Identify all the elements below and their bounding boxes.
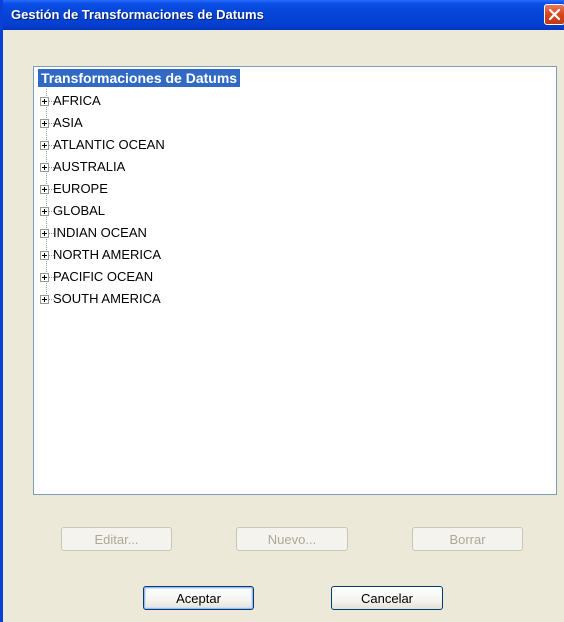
expand-icon[interactable]	[40, 141, 49, 150]
expand-icon[interactable]	[40, 229, 49, 238]
expand-icon[interactable]	[40, 251, 49, 260]
window-title: Gestión de Transformaciones de Datums	[11, 7, 264, 22]
tree-item-label: AFRICA	[53, 93, 101, 108]
delete-button[interactable]: Borrar	[412, 527, 523, 551]
tree-item-label: PACIFIC OCEAN	[53, 269, 154, 284]
expand-icon[interactable]	[40, 273, 49, 282]
expand-icon[interactable]	[40, 119, 49, 128]
tree-item-label: NORTH AMERICA	[53, 247, 162, 262]
datum-transformations-tree[interactable]: Transformaciones de Datums AFRICA ASIA A…	[33, 66, 557, 495]
edit-button[interactable]: Editar...	[61, 527, 172, 551]
close-button[interactable]	[544, 4, 564, 25]
close-icon	[548, 8, 561, 21]
tree-item-label: AUSTRALIA	[53, 159, 126, 174]
new-button[interactable]: Nuevo...	[236, 527, 348, 551]
dialog-window: Gestión de Transformaciones de Datums Tr…	[0, 0, 564, 622]
tree-item-label: INDIAN OCEAN	[53, 225, 147, 240]
expand-icon[interactable]	[40, 185, 49, 194]
tree-item-label: ATLANTIC OCEAN	[53, 137, 165, 152]
expand-icon[interactable]	[40, 97, 49, 106]
cancel-button[interactable]: Cancelar	[331, 586, 443, 610]
expand-icon[interactable]	[40, 295, 49, 304]
tree-item-label: ASIA	[53, 115, 83, 130]
expand-icon[interactable]	[40, 163, 49, 172]
tree-item-label: GLOBAL	[53, 203, 106, 218]
title-bar[interactable]: Gestión de Transformaciones de Datums	[3, 0, 564, 30]
expand-icon[interactable]	[40, 207, 49, 216]
tree-item-label: SOUTH AMERICA	[53, 291, 161, 306]
accept-button[interactable]: Aceptar	[143, 586, 254, 610]
tree-item-label: EUROPE	[53, 181, 108, 196]
tree-root-label[interactable]: Transformaciones de Datums	[38, 69, 241, 87]
